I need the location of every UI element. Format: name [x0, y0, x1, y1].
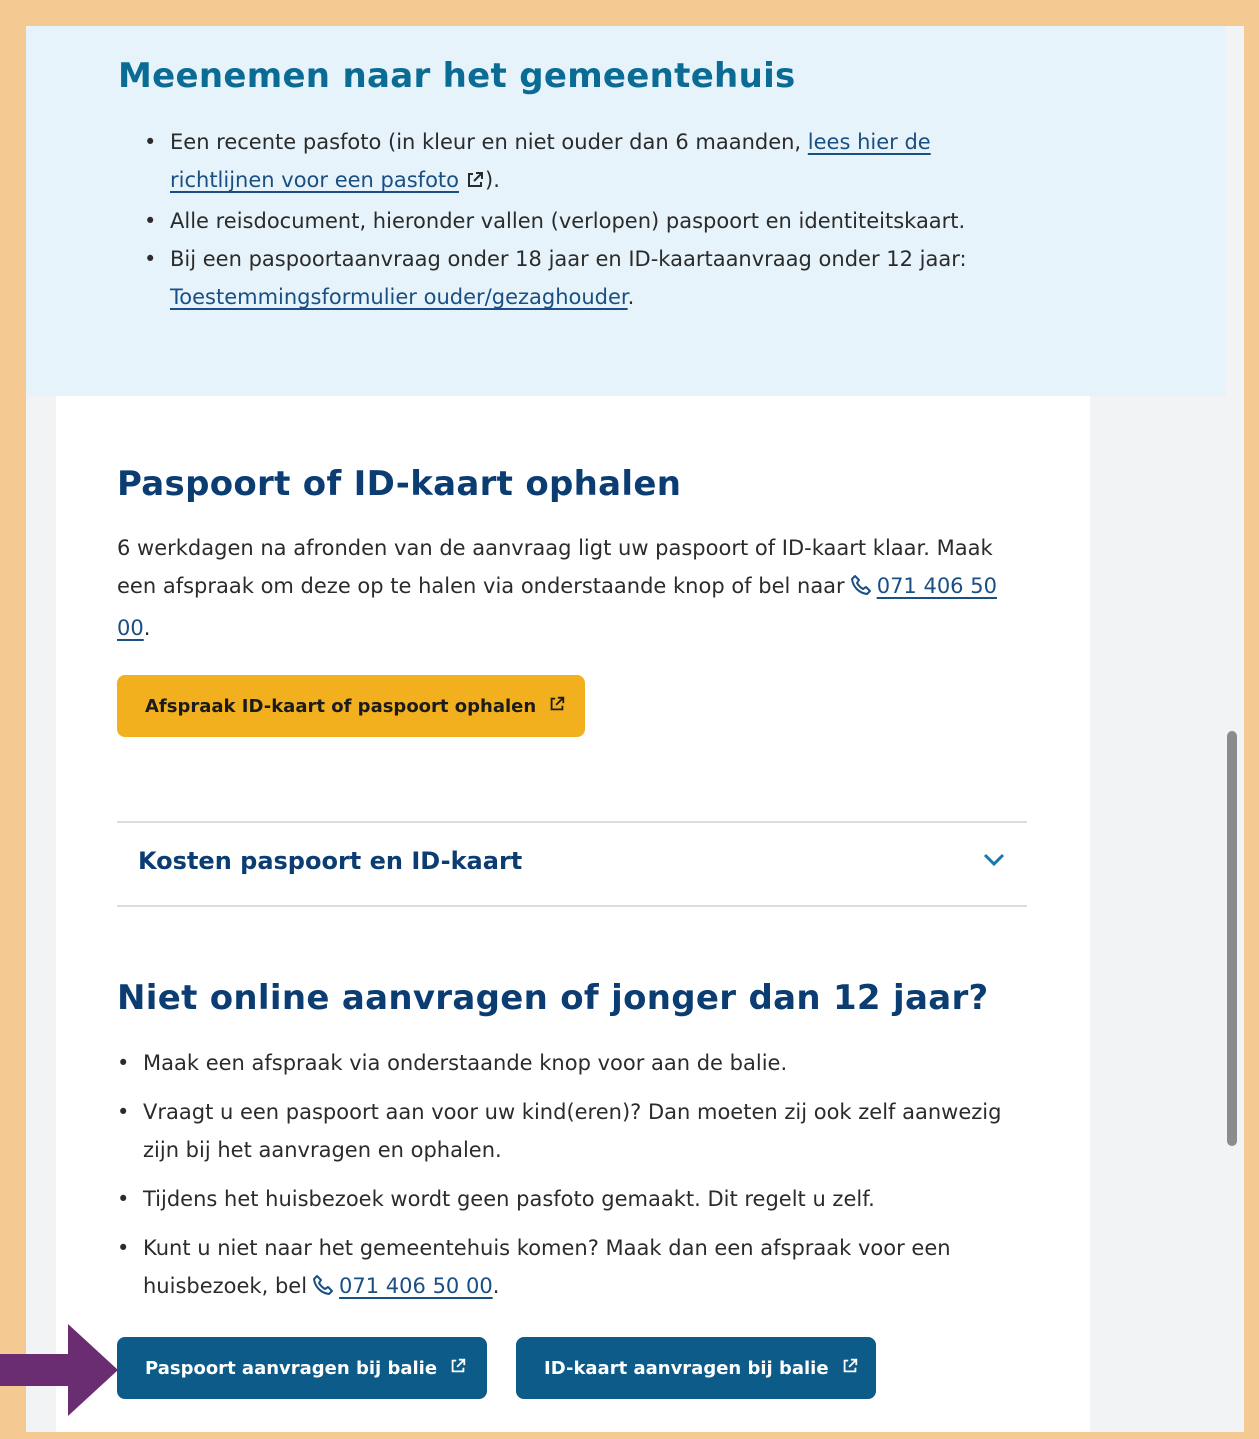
- list-item: Alle reisdocument, hieronder vallen (ver…: [144, 202, 1024, 240]
- info-heading: Meenemen naar het gemeentehuis: [118, 56, 796, 96]
- pickup-appointment-button[interactable]: Afspraak ID-kaart of paspoort ophalen: [117, 675, 585, 737]
- list-item: Een recente pasfoto (in kleur en niet ou…: [144, 123, 1024, 202]
- external-link-icon: [465, 164, 485, 202]
- phone-icon: [311, 1271, 335, 1309]
- external-link-icon: [841, 1357, 859, 1380]
- info-section: Meenemen naar het gemeentehuis Een recen…: [26, 26, 1226, 396]
- list-item: Bij een paspoortaanvraag onder 18 jaar e…: [144, 240, 1024, 316]
- list-item: Vraagt u een paspoort aan voor uw kind(e…: [117, 1093, 1007, 1169]
- info-bullet-list: Een recente pasfoto (in kleur en niet ou…: [144, 123, 1024, 316]
- accordion-title: Kosten paspoort en ID-kaart: [138, 847, 523, 875]
- highlight-frame: Meenemen naar het gemeentehuis Een recen…: [0, 0, 1259, 1439]
- pickup-heading: Paspoort of ID-kaart ophalen: [117, 464, 682, 504]
- list-item: Tijdens het huisbezoek wordt geen pasfot…: [117, 1180, 1007, 1218]
- list-item: Maak een afspraak via onderstaande knop …: [117, 1044, 1007, 1082]
- offline-heading: Niet online aanvragen of jonger dan 12 j…: [117, 978, 989, 1018]
- consent-form-link[interactable]: Toestemmingsformulier ouder/gezaghouder: [170, 285, 628, 309]
- list-item: Kunt u niet naar het gemeentehuis komen?…: [117, 1229, 1007, 1309]
- browser-viewport: Meenemen naar het gemeentehuis Een recen…: [26, 26, 1244, 1432]
- arrow-pointer-icon: [0, 1324, 120, 1425]
- costs-accordion[interactable]: Kosten paspoort en ID-kaart: [117, 821, 1027, 907]
- passport-counter-button[interactable]: Paspoort aanvragen bij balie: [117, 1337, 487, 1399]
- id-card-counter-button[interactable]: ID-kaart aanvragen bij balie: [516, 1337, 876, 1399]
- external-link-icon: [548, 695, 566, 718]
- scrollbar-thumb[interactable]: [1227, 731, 1237, 1146]
- external-link-icon: [449, 1357, 467, 1380]
- offline-bullet-list: Maak een afspraak via onderstaande knop …: [117, 1044, 1007, 1309]
- phone-link[interactable]: 071 406 50 00: [339, 1274, 493, 1298]
- pickup-paragraph: 6 werkdagen na afronden van de aanvraag …: [117, 536, 997, 640]
- chevron-down-icon: [983, 853, 1005, 872]
- phone-icon: [849, 571, 873, 609]
